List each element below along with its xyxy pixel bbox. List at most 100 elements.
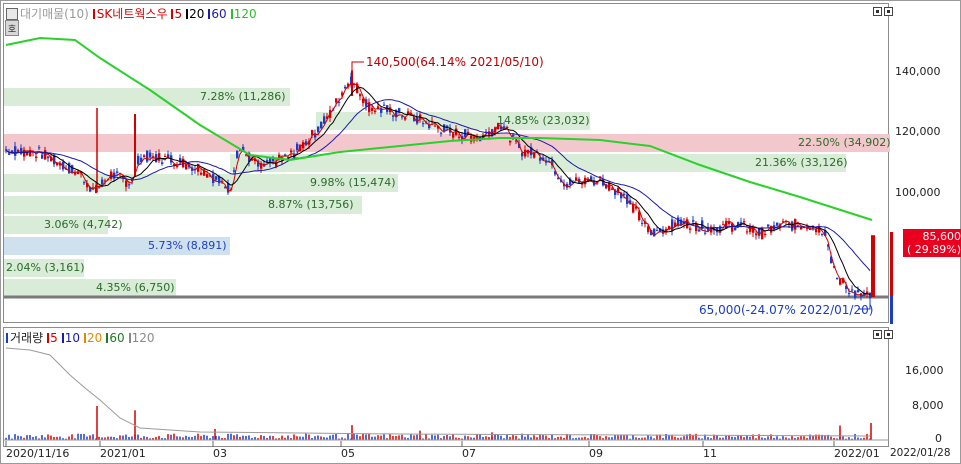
candle-body (14, 146, 17, 156)
price-axis-label: 100,000 (895, 186, 941, 199)
candle-body (323, 116, 326, 124)
candle-body (359, 94, 362, 97)
candle-body (698, 229, 701, 232)
candle-body (317, 126, 320, 133)
candle-body (71, 165, 74, 173)
x-axis-label: 2021/01 (100, 447, 146, 460)
candle-body (290, 150, 293, 153)
candle-body (158, 153, 161, 161)
candle-body (146, 150, 149, 162)
candle-body (143, 155, 146, 158)
candle-body (671, 219, 674, 232)
candle-body (17, 149, 20, 153)
candle-body (692, 220, 695, 222)
candle-body (266, 160, 269, 162)
candle-body (272, 158, 275, 162)
candle-body (755, 233, 758, 236)
candle-body (383, 104, 386, 106)
x-axis-label: 2022/01/28 (890, 447, 951, 459)
candle-body (335, 98, 338, 103)
candle-body (38, 147, 41, 149)
candle-body (176, 166, 179, 168)
current-price-tag: 85,600 ( 29.89%) (903, 229, 961, 257)
current-change: ( 29.89%) (906, 243, 961, 256)
candle-body (164, 156, 167, 158)
candle-body (401, 116, 404, 118)
candle-body (116, 171, 119, 173)
candle-body (296, 143, 299, 151)
candle-body (851, 289, 854, 291)
candle-body (149, 152, 152, 158)
candle-body (452, 133, 455, 138)
candle-body (215, 176, 218, 180)
x-axis-label: 09 (589, 447, 603, 460)
candle-body (575, 177, 578, 180)
candle-body (632, 204, 635, 213)
chart-canvas[interactable] (0, 0, 961, 464)
candle-body (821, 233, 824, 235)
candle-body (836, 277, 839, 279)
x-axis-label: 03 (213, 447, 227, 460)
candle-body (848, 293, 851, 295)
final-candle (871, 235, 875, 297)
candle-body (380, 108, 383, 113)
candle-body (371, 107, 374, 111)
candle-body (125, 180, 128, 187)
x-axis-label: 2022/01 (834, 447, 880, 460)
max-price-annotation: 140,500(64.14% 2021/05/10) (366, 55, 544, 69)
candle-body (521, 152, 524, 157)
candle-body (623, 193, 626, 196)
candle-body (11, 150, 14, 152)
candle-body (734, 227, 737, 230)
candle-body (440, 132, 443, 134)
candle-body (797, 225, 800, 227)
x-axis-label: 11 (703, 447, 717, 460)
candle-body (185, 163, 188, 170)
candle-body (128, 184, 131, 186)
candle-body (509, 140, 512, 143)
candle-body (512, 134, 515, 137)
candle-body (857, 290, 860, 293)
price-axis-label: 140,000 (895, 65, 941, 78)
candle-body (35, 156, 38, 159)
candle-body (458, 136, 461, 138)
candle-body (392, 115, 395, 117)
price-axis-label: 120,000 (895, 125, 941, 138)
current-price: 85,600 (922, 230, 961, 243)
candle-body (236, 151, 239, 158)
candle-body (839, 278, 842, 285)
candle-body (374, 110, 377, 112)
candle-body (815, 229, 818, 233)
candle-body (434, 125, 437, 127)
candle-body (641, 222, 644, 224)
volume-axis-label: 16,000 (905, 364, 944, 377)
candle-body (101, 179, 104, 185)
candle-body (98, 187, 101, 189)
candle-body (284, 154, 287, 156)
x-axis-label: 07 (462, 447, 476, 460)
candle-body (443, 124, 446, 132)
candle-body (83, 182, 86, 184)
volume-axis-label: 8,000 (912, 399, 944, 412)
candle-body (8, 153, 11, 155)
candle-body (743, 221, 746, 223)
candle-body (776, 222, 779, 226)
candle-body (722, 224, 725, 226)
candle-body (746, 231, 749, 233)
volume-axis-label: 0 (935, 432, 942, 445)
candle-body (41, 154, 44, 159)
candle-body (47, 156, 50, 159)
candle-body (422, 123, 425, 125)
candle-body (200, 172, 203, 175)
candle-body (689, 228, 692, 230)
candle-body (233, 170, 236, 172)
x-axis-label: 2020/11/16 (6, 447, 70, 460)
candle-body (206, 174, 209, 178)
candle-body (161, 162, 164, 164)
candle-body (764, 233, 767, 235)
current-column-marker (890, 232, 893, 296)
candle-body (656, 230, 659, 232)
candle-body (704, 232, 707, 234)
candle-body (767, 224, 770, 227)
min-price-annotation: 65,000(-24.07% 2022/01/20) (699, 303, 874, 317)
